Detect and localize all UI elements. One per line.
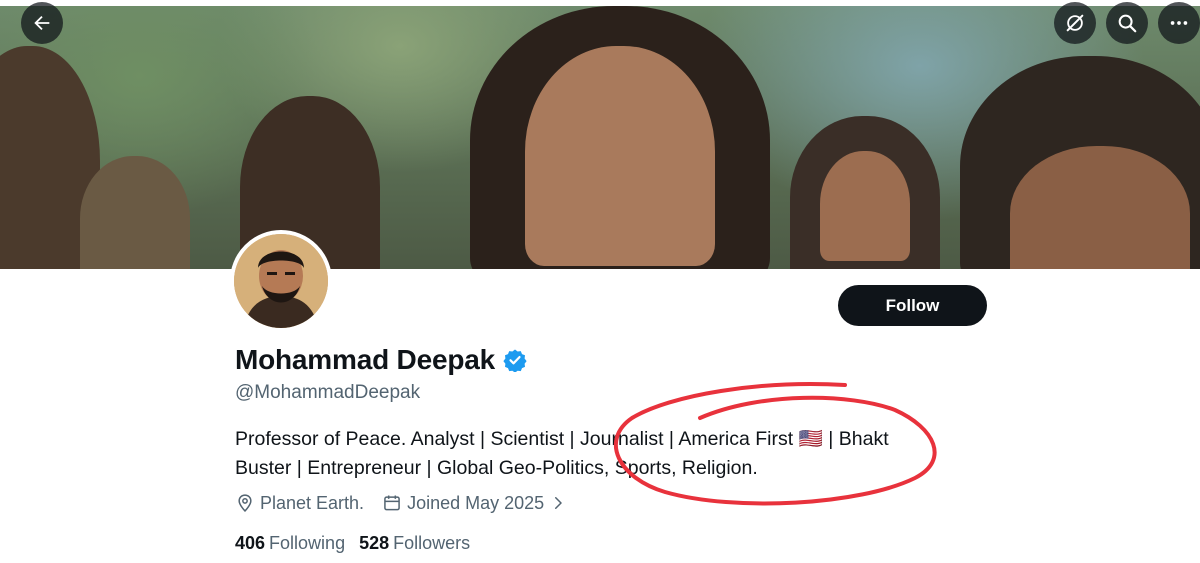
banner-figure <box>80 156 190 269</box>
arrow-left-icon <box>34 15 50 31</box>
following-link[interactable]: 406 Following <box>235 533 345 554</box>
profile-banner[interactable] <box>0 6 1200 269</box>
followers-count: 528 <box>359 532 390 553</box>
back-button[interactable] <box>21 2 63 44</box>
search-button[interactable] <box>1106 2 1148 44</box>
location-pin-icon <box>238 494 252 512</box>
profile-handle: @MohammadDeepak <box>235 382 421 403</box>
following-label: Following <box>269 532 346 553</box>
profile-stats: 406 Following 528 Followers <box>235 530 484 556</box>
more-button[interactable] <box>1158 2 1200 44</box>
followers-label: Followers <box>393 532 471 553</box>
joined-item[interactable]: Joined May 2025 <box>382 493 567 514</box>
bio-line: Buster | Entrepreneur | Global Geo-Polit… <box>235 457 758 479</box>
grok-button[interactable] <box>1054 2 1096 44</box>
banner-figure <box>525 46 715 266</box>
grok-icon <box>1066 14 1084 32</box>
profile-avatar[interactable] <box>230 230 332 332</box>
display-name: Mohammad Deepak <box>235 344 495 375</box>
profile-bio: Professor of Peace. Analyst | Scientist … <box>235 425 955 483</box>
followers-link[interactable]: 528 Followers <box>359 533 470 554</box>
location-item: Planet Earth. <box>235 493 364 514</box>
follow-button[interactable]: Follow <box>838 285 987 326</box>
more-horizontal-icon <box>1170 21 1188 25</box>
avatar-illustration <box>234 234 328 328</box>
profile-meta: Planet Earth. Joined May 2025 <box>235 490 585 516</box>
chevron-right-icon <box>555 497 562 509</box>
banner-figure <box>820 151 910 261</box>
search-icon <box>1118 14 1137 33</box>
joined-text: Joined May 2025 <box>407 492 545 513</box>
following-count: 406 <box>235 532 266 553</box>
verified-badge-icon[interactable] <box>503 348 527 372</box>
calendar-icon <box>384 495 400 511</box>
bio-line: Professor of Peace. Analyst | Scientist … <box>235 428 889 450</box>
banner-figure <box>1010 146 1190 269</box>
location-text: Planet Earth. <box>260 492 365 513</box>
profile-name-row: Mohammad Deepak <box>235 342 527 378</box>
